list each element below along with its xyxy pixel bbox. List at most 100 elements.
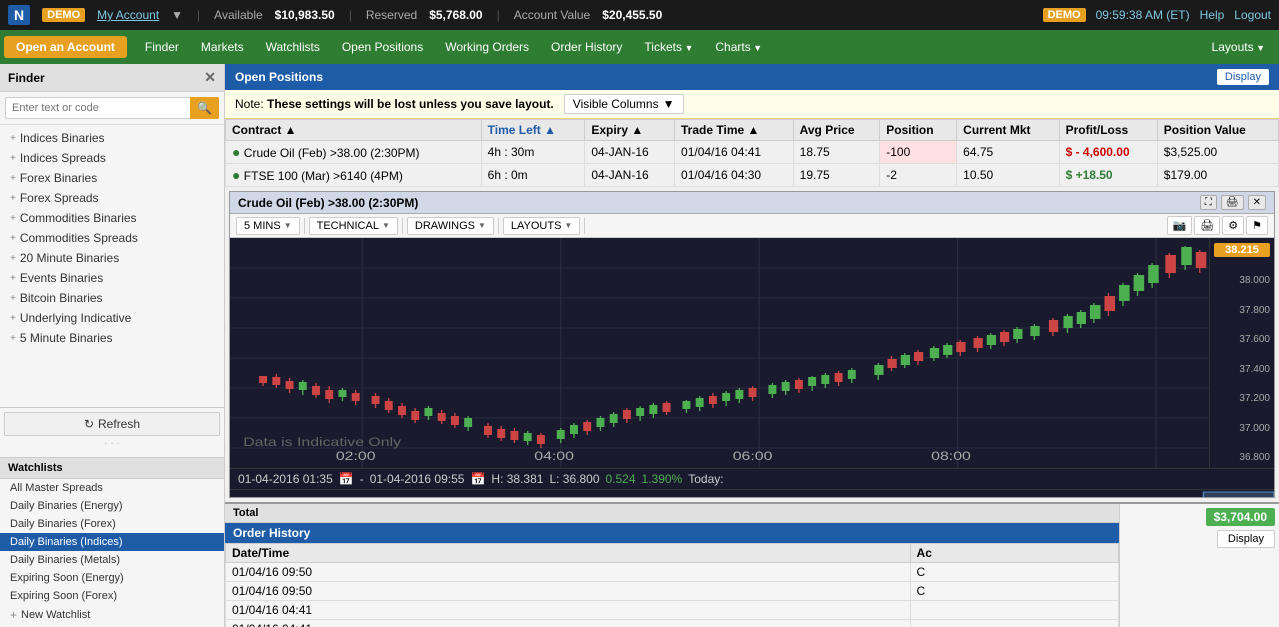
visible-columns-button[interactable]: Visible Columns ▼ bbox=[564, 94, 684, 114]
toolbar-divider bbox=[498, 218, 499, 234]
settings-icon-button[interactable]: ⚙ bbox=[1222, 216, 1244, 235]
logout-link[interactable]: Logout bbox=[1234, 8, 1271, 22]
chart-close-button[interactable]: ✕ bbox=[1248, 195, 1266, 210]
sidebar-item-commodities-spreads[interactable]: + Commodities Spreads bbox=[0, 228, 224, 248]
cal-icon[interactable]: 📅 bbox=[339, 472, 354, 486]
svg-text:06:00: 06:00 bbox=[733, 449, 773, 463]
help-link[interactable]: Help bbox=[1200, 8, 1225, 22]
sidebar-close-button[interactable]: ✕ bbox=[204, 69, 216, 86]
account-value: $20,455.50 bbox=[602, 8, 662, 22]
contract-cell: ● FTSE 100 (Mar) >6140 (4PM) bbox=[226, 164, 482, 187]
bottom-right-totals: $3,704.00 Display bbox=[1119, 504, 1279, 627]
open-positions-display-button[interactable]: Display bbox=[1217, 69, 1269, 85]
col-datetime: Date/Time bbox=[226, 544, 911, 563]
watchlist-all-master-spreads[interactable]: All Master Spreads bbox=[0, 479, 224, 497]
watchlist-daily-metals[interactable]: Daily Binaries (Metals) bbox=[0, 551, 224, 569]
watchlist-daily-forex[interactable]: Daily Binaries (Forex) bbox=[0, 515, 224, 533]
svg-text:02:00: 02:00 bbox=[336, 449, 376, 463]
chart-print-button[interactable]: 🖨 bbox=[1221, 195, 1244, 210]
bottom-section: Total Order History Date/Time Ac 01/04/1… bbox=[225, 502, 1279, 627]
bottom-display-button[interactable]: Display bbox=[1217, 530, 1275, 548]
table-row[interactable]: 01/04/16 09:50C bbox=[226, 563, 1119, 582]
layouts-button[interactable]: LAYOUTS bbox=[503, 217, 580, 235]
camera-icon-button[interactable]: 📷 bbox=[1167, 216, 1193, 235]
chart-toolbar: 5 MINS TECHNICAL DRAWINGS LAYOUTS 📷 🖨 ⚙ … bbox=[230, 214, 1274, 238]
chart-high: H: 38.381 bbox=[491, 472, 543, 486]
nav-watchlists[interactable]: Watchlists bbox=[256, 34, 330, 60]
dropdown-arrow[interactable]: ▼ bbox=[171, 8, 183, 22]
col-contract[interactable]: Contract ▲ bbox=[226, 120, 482, 141]
nav-working-orders[interactable]: Working Orders bbox=[435, 34, 539, 60]
chart-low: L: 36.800 bbox=[549, 472, 599, 486]
watchlist-expiring-energy[interactable]: Expiring Soon (Energy) bbox=[0, 569, 224, 587]
overview-chart: Dec 2015 13 27 ◀ ▶ ↩ ↺ bbox=[230, 489, 1274, 498]
refresh-button[interactable]: ↻ Refresh bbox=[4, 412, 220, 436]
sidebar-item-5min-binaries[interactable]: + 5 Minute Binaries bbox=[0, 328, 224, 348]
table-row[interactable]: 01/04/16 04:41 bbox=[226, 601, 1119, 620]
chart-body: 02:00 04:00 06:00 08:00 bbox=[230, 238, 1274, 468]
open-positions-title: Open Positions bbox=[235, 70, 323, 84]
position-cell: -100 bbox=[880, 141, 957, 164]
sidebar-item-events-binaries[interactable]: + Events Binaries bbox=[0, 268, 224, 288]
chart-controls: ⛶ 🖨 ✕ bbox=[1200, 195, 1266, 210]
nav-tickets[interactable]: Tickets bbox=[634, 34, 703, 60]
nav-open-positions[interactable]: Open Positions bbox=[332, 34, 433, 60]
sidebar-items-list: + Indices Binaries + Indices Spreads + F… bbox=[0, 125, 224, 407]
positions-table-scroll[interactable]: Contract ▲ Time Left ▲ Expiry ▲ Trade Ti… bbox=[225, 119, 1279, 187]
sidebar-item-bitcoin-binaries[interactable]: + Bitcoin Binaries bbox=[0, 288, 224, 308]
col-position-value[interactable]: Position Value bbox=[1157, 120, 1278, 141]
col-profit-loss[interactable]: Profit/Loss bbox=[1059, 120, 1157, 141]
search-wrap: 🔍 bbox=[5, 97, 219, 119]
current-price-tag: 38.215 bbox=[1214, 243, 1270, 257]
col-current-mkt[interactable]: Current Mkt bbox=[957, 120, 1059, 141]
chart-pct: 1.390% bbox=[642, 472, 683, 486]
watchlists-section: Watchlists All Master Spreads Daily Bina… bbox=[0, 455, 224, 627]
col-time-left[interactable]: Time Left ▲ bbox=[481, 120, 585, 141]
col-expiry[interactable]: Expiry ▲ bbox=[585, 120, 675, 141]
technical-button[interactable]: TECHNICAL bbox=[309, 217, 398, 235]
chart-expand-button[interactable]: ⛶ bbox=[1200, 195, 1217, 210]
account-value-label: Account Value bbox=[514, 8, 591, 22]
table-row[interactable]: 01/04/16 09:50C bbox=[226, 582, 1119, 601]
sidebar-item-underlying-indicative[interactable]: + Underlying Indicative bbox=[0, 308, 224, 328]
sidebar-item-indices-binaries[interactable]: + Indices Binaries bbox=[0, 128, 224, 148]
sidebar-item-forex-spreads[interactable]: + Forex Spreads bbox=[0, 188, 224, 208]
timeframe-button[interactable]: 5 MINS bbox=[236, 217, 300, 235]
current-mkt-cell: 64.75 bbox=[957, 141, 1059, 164]
chart-change: 0.524 bbox=[606, 472, 636, 486]
cal-icon-2[interactable]: 📅 bbox=[470, 472, 485, 486]
table-row[interactable]: ● FTSE 100 (Mar) >6140 (4PM) 6h : 0m 04-… bbox=[226, 164, 1279, 187]
avg-price-cell: 19.75 bbox=[793, 164, 880, 187]
search-button[interactable]: 🔍 bbox=[190, 97, 219, 119]
my-account-link[interactable]: My Account bbox=[97, 8, 159, 22]
expiry-cell: 04-JAN-16 bbox=[585, 164, 675, 187]
col-trade-time[interactable]: Trade Time ▲ bbox=[675, 120, 794, 141]
sidebar-item-20min-binaries[interactable]: + 20 Minute Binaries bbox=[0, 248, 224, 268]
nav-markets[interactable]: Markets bbox=[191, 34, 254, 60]
watchlists-header: Watchlists bbox=[0, 457, 224, 479]
order-history-scroll[interactable]: Date/Time Ac 01/04/16 09:50C 01/04/16 09… bbox=[225, 543, 1119, 627]
nav-order-history[interactable]: Order History bbox=[541, 34, 632, 60]
flag-icon-button[interactable]: ⚑ bbox=[1246, 216, 1268, 235]
sidebar-item-forex-binaries[interactable]: + Forex Binaries bbox=[0, 168, 224, 188]
nav-finder[interactable]: Finder bbox=[135, 34, 189, 60]
new-watchlist-button[interactable]: + New Watchlist bbox=[0, 605, 224, 625]
watchlist-daily-energy[interactable]: Daily Binaries (Energy) bbox=[0, 497, 224, 515]
expiry-cell: 04-JAN-16 bbox=[585, 141, 675, 164]
col-avg-price[interactable]: Avg Price bbox=[793, 120, 880, 141]
watchlist-expiring-forex[interactable]: Expiring Soon (Forex) bbox=[0, 587, 224, 605]
sidebar-item-commodities-binaries[interactable]: + Commodities Binaries bbox=[0, 208, 224, 228]
nav-layouts[interactable]: Layouts bbox=[1202, 34, 1275, 60]
chart-date-to: 01-04-2016 09:55 bbox=[370, 472, 465, 486]
table-row[interactable]: 01/04/16 04:41 bbox=[226, 620, 1119, 627]
table-row[interactable]: ● Crude Oil (Feb) >38.00 (2:30PM) 4h : 3… bbox=[226, 141, 1279, 164]
col-position[interactable]: Position bbox=[880, 120, 957, 141]
search-input[interactable] bbox=[5, 97, 219, 119]
watchlist-daily-indices[interactable]: Daily Binaries (Indices) bbox=[0, 533, 224, 551]
sidebar-item-indices-spreads[interactable]: + Indices Spreads bbox=[0, 148, 224, 168]
drawings-button[interactable]: DRAWINGS bbox=[407, 217, 494, 235]
nav-charts[interactable]: Charts bbox=[705, 34, 772, 60]
open-account-button[interactable]: Open an Account bbox=[4, 36, 127, 58]
price-37400: 37.400 bbox=[1214, 364, 1270, 375]
print-icon-button[interactable]: 🖨 bbox=[1194, 216, 1220, 235]
